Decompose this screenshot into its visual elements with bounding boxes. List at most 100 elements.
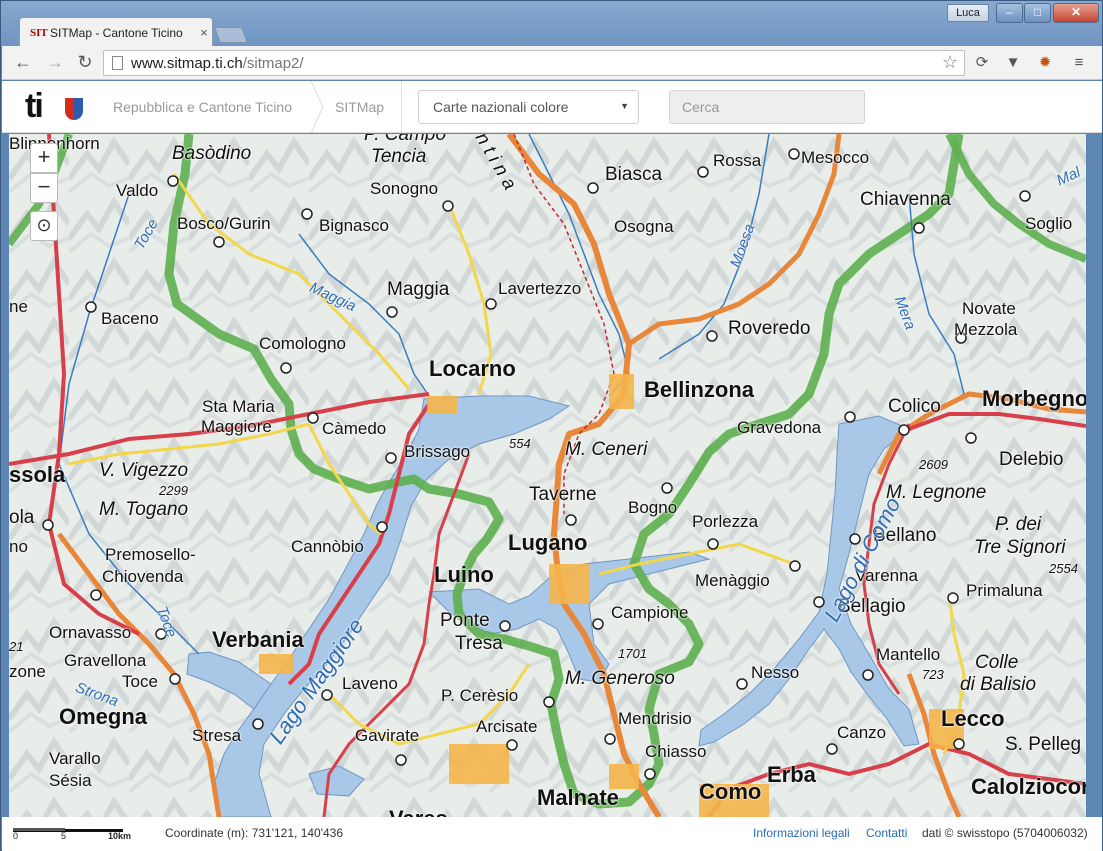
map-label: ssola xyxy=(9,462,66,487)
address-bar[interactable]: www.sitmap.ti.ch/sitmap2/ ☆ xyxy=(103,50,965,76)
scale-label-0: 0 xyxy=(13,831,19,841)
map-label: Chiasso xyxy=(645,742,707,761)
legal-info-link[interactable]: Informazioni legali xyxy=(753,826,850,840)
map-label: Tresa xyxy=(455,633,503,654)
search-input[interactable]: Cerca xyxy=(669,90,865,124)
layer-select[interactable]: Carte nazionali colore ▼ xyxy=(418,90,639,124)
breadcrumb-separator xyxy=(310,81,324,133)
map-label: Osogna xyxy=(614,217,674,236)
ublock-extension-icon[interactable]: ✹ xyxy=(1035,53,1055,73)
map-label: 554 xyxy=(509,436,531,451)
map-label: Càmedo xyxy=(322,419,387,438)
map-label: Colle xyxy=(975,652,1019,673)
map-viewport[interactable]: BlinnenhornBasòdinoP. CampoTenciaBiascaR… xyxy=(9,134,1086,817)
tab-sitmap[interactable]: SIT SITMap - Cantone Ticino × xyxy=(19,17,213,47)
map-label: 2554 xyxy=(1049,561,1078,576)
sync-extension-icon[interactable]: ⟳ xyxy=(972,53,992,73)
map-label: Valdo xyxy=(116,181,159,200)
map-label: Luino xyxy=(434,562,494,587)
map-label: Nesso xyxy=(751,663,800,682)
site-header: ti Repubblica e Cantone Ticino SITMap Ca… xyxy=(2,81,1102,133)
reload-icon[interactable]: ↻ xyxy=(74,52,96,74)
map-label: Como xyxy=(699,779,762,804)
map-label: Novate xyxy=(962,299,1016,318)
scale-bar-segment xyxy=(13,827,65,831)
maximize-button[interactable]: □ xyxy=(1024,3,1051,23)
map-label: Stresa xyxy=(192,726,242,745)
url-text: www.sitmap.ti.ch/sitmap2/ xyxy=(131,55,304,72)
map-label: Erba xyxy=(767,762,816,787)
map-label: Gravedona xyxy=(737,418,822,437)
close-window-button[interactable]: ✕ xyxy=(1053,3,1099,23)
contacts-link[interactable]: Contatti xyxy=(866,826,907,840)
pocket-extension-icon[interactable]: ▼ xyxy=(1003,53,1023,73)
map-label: Lavertezzo xyxy=(498,279,582,298)
map-label: Cannòbio xyxy=(291,537,364,556)
map-label: Morbegno xyxy=(982,386,1086,411)
map-label: Malnate xyxy=(537,785,619,810)
map-label: no xyxy=(9,537,28,556)
zoom-in-button[interactable]: + xyxy=(30,143,58,173)
map-label: P. Cerèsio xyxy=(441,686,519,705)
map-label: Taverne xyxy=(529,484,597,505)
map-label: P. dei xyxy=(995,514,1042,535)
map-label: Premosello- xyxy=(105,545,196,564)
map-label: Comologno xyxy=(259,334,346,353)
map-label: Chiavenna xyxy=(860,189,951,210)
map-label: Bignasco xyxy=(319,216,389,235)
map-label: Delebio xyxy=(999,449,1064,470)
map-label: Mezzola xyxy=(954,320,1018,339)
data-credit: dati © swisstopo (5704006032) xyxy=(922,826,1088,840)
minimize-button[interactable]: – xyxy=(996,3,1023,23)
browser-toolbar: ← → ↻ www.sitmap.ti.ch/sitmap2/ ☆ ⟳ ▼ ✹ … xyxy=(2,46,1102,80)
map-label: Vares xyxy=(389,806,448,817)
map-label: S. Pelleg xyxy=(1005,734,1082,755)
map-label: Maggiore xyxy=(201,417,272,436)
map-label: Toce xyxy=(122,672,158,691)
tab-title: SITMap - Cantone Ticino xyxy=(50,25,183,40)
locate-icon[interactable]: ⊙ xyxy=(30,211,58,241)
map-label: ne xyxy=(9,297,28,316)
map-label: Ornavasso xyxy=(49,623,132,642)
map-label: Brissago xyxy=(404,442,471,461)
map-label: Sta Maria xyxy=(202,397,275,416)
map-label: Sésia xyxy=(49,771,92,790)
map-label: Rossa xyxy=(713,151,762,170)
map-label: M. Legnone xyxy=(886,482,987,503)
map-label: Roveredo xyxy=(728,318,811,339)
ticino-logo[interactable]: ti xyxy=(25,89,44,123)
map-label: 2299 xyxy=(159,483,188,498)
map-label: 2609 xyxy=(919,457,948,472)
breadcrumb-canton[interactable]: Repubblica e Cantone Ticino xyxy=(113,99,292,115)
map-label: Maggia xyxy=(387,279,450,300)
zoom-out-button[interactable]: − xyxy=(30,173,58,203)
profile-user-button[interactable]: Luca xyxy=(947,4,989,22)
url-path: /sitmap2/ xyxy=(242,55,304,72)
map-label: Arcisate xyxy=(476,717,538,736)
map-label: di Balisio xyxy=(960,674,1037,695)
chevron-down-icon: ▼ xyxy=(620,101,629,111)
scale-label-10km: 10km xyxy=(108,831,132,841)
menu-icon[interactable]: ≡ xyxy=(1069,53,1089,73)
map-label: ola xyxy=(9,507,35,528)
map-label: 723 xyxy=(922,667,944,682)
back-arrow-icon[interactable]: ← xyxy=(12,52,34,74)
map-label: M. Generoso xyxy=(565,668,675,689)
map-label: Bogno xyxy=(628,498,678,517)
tab-close-icon[interactable]: × xyxy=(196,25,212,40)
scale-label-5: 5 xyxy=(61,831,67,841)
breadcrumb-sitmap[interactable]: SITMap xyxy=(335,99,384,115)
forward-arrow-icon[interactable]: → xyxy=(44,52,66,74)
map-label: Primaluna xyxy=(966,581,1043,600)
map-label: Mesocco xyxy=(801,148,870,167)
map-label: V. Vigezzo xyxy=(99,460,189,481)
ticino-shield-icon xyxy=(65,98,83,120)
map-label: Bosco/Gurin xyxy=(177,214,271,233)
status-bar: 0 5 10km Coordinate (m): 731'121, 140'43… xyxy=(2,817,1102,851)
map-label: Canzo xyxy=(837,723,887,742)
map-label: Omegna xyxy=(59,704,148,729)
map-label: Varallo xyxy=(49,749,101,768)
new-tab-button[interactable] xyxy=(214,27,248,43)
bookmark-star-icon[interactable]: ☆ xyxy=(942,52,958,73)
map-label: 21 xyxy=(9,639,24,654)
